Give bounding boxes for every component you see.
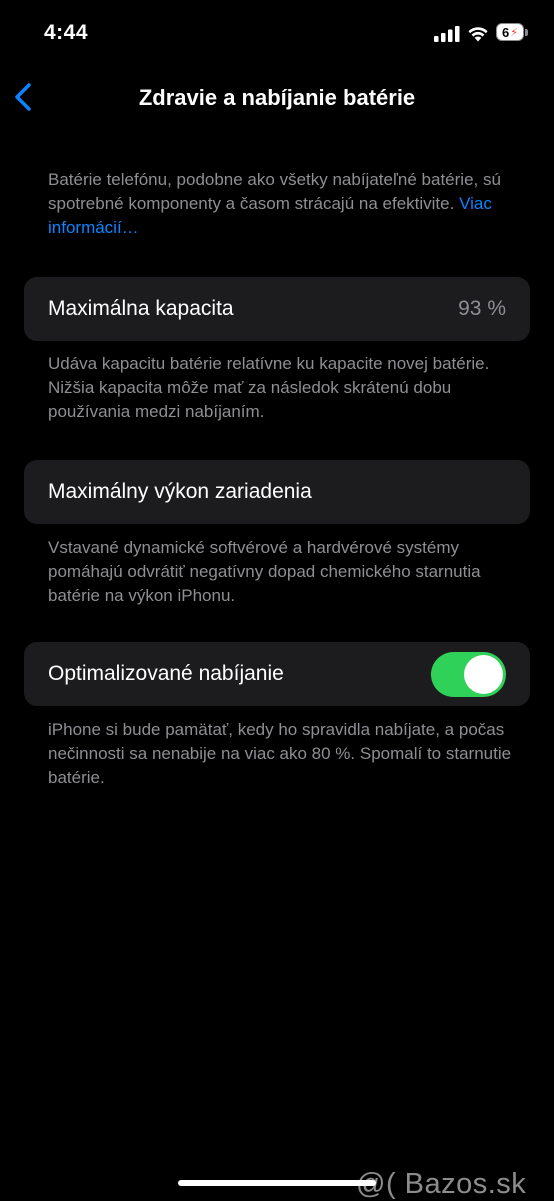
- battery-level: 6: [502, 24, 510, 40]
- optimized-charging-description: iPhone si bude pamätať, kedy ho spravidl…: [48, 720, 512, 787]
- optimized-charging-label: Optimalizované nabíjanie: [48, 662, 284, 685]
- optimized-charging-row: Optimalizované nabíjanie: [24, 642, 530, 706]
- optimized-charging-toggle[interactable]: [431, 651, 506, 697]
- status-time: 4:44: [44, 21, 89, 44]
- intro-body: Batérie telefónu, podobne ako všetky nab…: [48, 170, 501, 213]
- battery-body: 6 ⚡: [496, 23, 524, 41]
- peak-performance-label: Maximálny výkon zariadenia: [48, 480, 312, 503]
- watermark: @( Bazos.sk: [356, 1168, 527, 1200]
- page-title: Zdravie a nabíjanie batérie: [138, 85, 416, 110]
- battery-cap: [525, 29, 528, 36]
- battery-icon: 6 ⚡: [496, 23, 530, 43]
- peak-performance-description: Vstavané dynamické softvérové a hardvéro…: [48, 538, 481, 605]
- max-capacity-value: 93 %: [458, 297, 506, 320]
- max-capacity-row: Maximálna kapacita 93 %: [24, 277, 530, 341]
- intro-text: Batérie telefónu, podobne ako všetky nab…: [48, 168, 518, 240]
- toggle-knob: [464, 654, 503, 694]
- home-indicator[interactable]: [178, 1180, 376, 1186]
- max-capacity-description: Udáva kapacitu batérie relatívne ku kapa…: [48, 354, 490, 421]
- cellular-signal-icon: [434, 26, 460, 42]
- max-capacity-label: Maximálna kapacita: [48, 297, 234, 320]
- charging-bolt-icon: ⚡: [510, 26, 518, 39]
- wifi-icon: [468, 27, 488, 42]
- peak-performance-row: Maximálny výkon zariadenia: [24, 460, 530, 524]
